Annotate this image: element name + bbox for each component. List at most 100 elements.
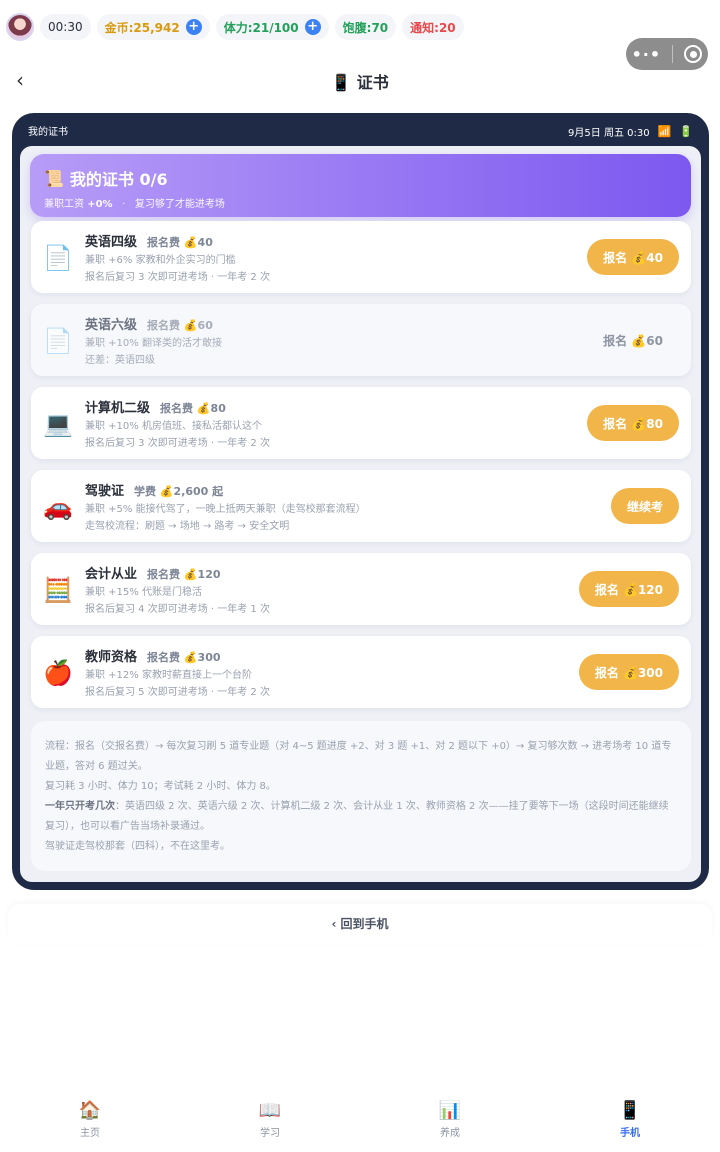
cert-name: 英语六级 报名费 💰60	[85, 314, 213, 333]
rules-limit: 一年只开考几次：英语四级 2 次、英语六级 2 次、计算机二级 2 次、会计从业…	[45, 797, 677, 837]
cert-missing-prereq: 还差：英语四级	[85, 355, 155, 366]
cert-requirement: 报名后复习 3 次即可进考场 · 一年考 2 次	[85, 272, 270, 283]
car-icon: 🚗	[43, 493, 73, 521]
tab-growth[interactable]: 📊 养成	[360, 1100, 540, 1152]
rules-limit-text: ：英语四级 2 次、英语六级 2 次、计算机二级 2 次、会计从业 1 次、教师…	[45, 801, 669, 832]
rules-driving: 驾驶证走驾校那套（四科），不在这里考。	[45, 841, 230, 852]
register-button[interactable]: 报名 💰300	[578, 654, 679, 690]
cert-card-ncre2: 💻 计算机二级 报名费 💰80 兼职 +10% 机房值班、接私活都认这个 报名后复…	[31, 387, 691, 459]
cert-name-text: 英语四级	[85, 235, 138, 250]
cert-benefit: 兼职 +10% 机房值班、接私活都认这个	[85, 421, 262, 432]
rules-flow: 流程：报名（交报名费）→ 每次复习刷 5 道专业题（对 4~5 题进度 +2、对…	[45, 741, 672, 772]
bottom-tab-bar: 🏠 主页 📖 学习 📊 养成 📱 手机	[0, 1100, 720, 1152]
notice-text: 通知:20	[410, 20, 456, 35]
apple-icon: 🍎	[43, 659, 73, 687]
summary-tip: 复习够了才能进考场	[134, 199, 225, 210]
exam-rules-notes: 流程：报名（交报名费）→ 每次复习刷 5 道专业题（对 4~5 题进度 +2、对…	[31, 721, 691, 871]
cert-name-text: 驾驶证	[85, 484, 125, 499]
capsule-divider	[672, 45, 674, 63]
phone-icon: 📱	[618, 1100, 642, 1121]
more-icon[interactable]: •·•	[632, 45, 662, 64]
close-miniapp-icon[interactable]	[684, 45, 703, 63]
cert-fee: 学费 💰2,600 起	[134, 485, 224, 498]
cert-fee: 报名费 💰80	[160, 402, 226, 415]
rules-limit-label: 一年只开考几次	[45, 801, 115, 812]
continue-exam-button[interactable]: 继续考	[610, 488, 679, 524]
return-to-phone-button[interactable]: ‹ 回到手机	[8, 904, 712, 944]
avatar[interactable]	[6, 13, 34, 41]
register-button-disabled: 报名 💰60	[603, 333, 663, 348]
summary-subtitle: 兼职工资 +0% · 复习够了才能进考场	[44, 195, 677, 210]
home-icon: 🏠	[78, 1100, 102, 1121]
satiety-text: 饱腹:70	[342, 20, 389, 35]
cert-name-text: 英语六级	[85, 318, 138, 333]
cert-name: 教师资格 报名费 💰300	[85, 646, 221, 665]
time-text: 00:30	[48, 20, 83, 34]
satiety-chip: 饱腹:70	[334, 14, 397, 40]
certificate-summary: 📜 我的证书 0/6 兼职工资 +0% · 复习够了才能进考场	[30, 154, 691, 217]
document-icon: 📄	[43, 327, 73, 355]
cert-card-teacher: 🍎 教师资格 报名费 💰300 兼职 +12% 家教时薪直接上一个台阶 报名后复习…	[31, 636, 691, 708]
phone-screen: 📜 我的证书 0/6 兼职工资 +0% · 复习够了才能进考场 📄 英语四级 报名…	[20, 146, 701, 882]
cert-benefit: 兼职 +6% 家教和外企实习的门槛	[85, 255, 236, 266]
cert-fee: 报名费 💰60	[147, 319, 213, 332]
tab-label: 手机	[620, 1128, 640, 1139]
summary-title: 📜 我的证书 0/6	[44, 166, 677, 190]
energy-chip: 体力:21/100 +	[215, 14, 329, 40]
cert-name: 会计从业 报名费 💰120	[85, 563, 221, 582]
phone-datetime: 9月5日 周五 0:30	[568, 127, 650, 139]
cert-name-text: 计算机二级	[85, 401, 151, 416]
signal-icon: 📶	[657, 124, 672, 138]
cert-card-cet4: 📄 英语四级 报名费 💰40 兼职 +6% 家教和外企实习的门槛 报名后复习 3 …	[31, 221, 691, 293]
abacus-icon: 🧮	[43, 576, 73, 604]
phone-status-bar: 我的证书 9月5日 周五 0:30 📶 🔋	[28, 123, 693, 139]
add-gold-icon[interactable]: +	[185, 19, 202, 35]
cert-card-accounting: 🧮 会计从业 报名费 💰120 兼职 +15% 代账是门稳活 报名后复习 4 次即…	[31, 553, 691, 625]
cert-name: 驾驶证 学费 💰2,600 起	[85, 480, 223, 499]
cert-requirement: 报名后复习 5 次即可进考场 · 一年考 2 次	[85, 687, 270, 698]
cert-benefit: 兼职 +5% 能接代驾了，一晚上抵两天兼职（走驾校那套流程）	[85, 504, 366, 515]
cert-name-text: 会计从业	[85, 567, 138, 582]
chart-icon: 📊	[438, 1100, 462, 1121]
notice-chip[interactable]: 通知:20	[402, 14, 464, 40]
scroll-icon: 📜	[44, 168, 64, 188]
cert-name: 英语四级 报名费 💰40	[85, 231, 213, 250]
time-chip: 00:30	[40, 14, 91, 40]
battery-icon: 🔋	[679, 124, 693, 138]
cert-requirement: 走驾校流程：刷题 → 场地 → 路考 → 安全文明	[85, 521, 290, 532]
cert-benefit: 兼职 +12% 家教时薪直接上一个台阶	[85, 670, 252, 681]
summary-title-text: 我的证书 0/6	[69, 170, 168, 189]
tab-label: 养成	[440, 1128, 460, 1139]
cert-fee: 报名费 💰120	[147, 568, 221, 581]
tab-home[interactable]: 🏠 主页	[0, 1100, 180, 1152]
gold-chip: 金币:25,942 +	[96, 14, 210, 40]
book-icon: 📖	[258, 1100, 282, 1121]
register-button[interactable]: 报名 💰80	[587, 405, 679, 441]
register-button[interactable]: 报名 💰120	[578, 571, 679, 607]
tab-study[interactable]: 📖 学习	[180, 1100, 360, 1152]
phone-frame: 我的证书 9月5日 周五 0:30 📶 🔋 📜 我的证书 0/6 兼职工资 +0…	[12, 113, 709, 890]
cert-requirement: 报名后复习 4 次即可进考场 · 一年考 1 次	[85, 604, 270, 615]
gold-text: 金币:25,942	[104, 20, 180, 35]
cert-fee: 报名费 💰40	[147, 236, 213, 249]
nav-bar: ‹ 📱 证书	[0, 64, 720, 96]
add-energy-icon[interactable]: +	[304, 19, 321, 35]
cert-requirement: 报名后复习 3 次即可进考场 · 一年考 2 次	[85, 438, 270, 449]
cert-card-cet6: 📄 英语六级 报名费 💰60 兼职 +10% 翻译类的活才敢接 还差：英语四级 报…	[31, 304, 691, 376]
document-icon: 📄	[43, 244, 73, 272]
energy-text: 体力:21/100	[223, 20, 299, 35]
salary-label: 兼职工资	[44, 199, 84, 210]
tab-phone[interactable]: 📱 手机	[540, 1100, 720, 1152]
rules-cost: 复习耗 3 小时、体力 10；考试耗 2 小时、体力 8。	[45, 781, 276, 792]
cert-fee: 报名费 💰300	[147, 651, 221, 664]
status-bar: 00:30 金币:25,942 + 体力:21/100 + 饱腹:70 通知:2…	[6, 10, 464, 44]
salary-bonus: +0%	[87, 199, 113, 210]
cert-name: 计算机二级 报名费 💰80	[85, 397, 226, 416]
summary-separator: ·	[122, 199, 126, 210]
cert-benefit: 兼职 +15% 代账是门稳活	[85, 587, 202, 598]
register-button[interactable]: 报名 💰40	[587, 239, 679, 275]
cert-name-text: 教师资格	[85, 650, 138, 665]
tab-label: 学习	[260, 1128, 280, 1139]
phone-app-name: 我的证书	[28, 127, 68, 138]
page-title: 📱 证书	[331, 73, 389, 92]
